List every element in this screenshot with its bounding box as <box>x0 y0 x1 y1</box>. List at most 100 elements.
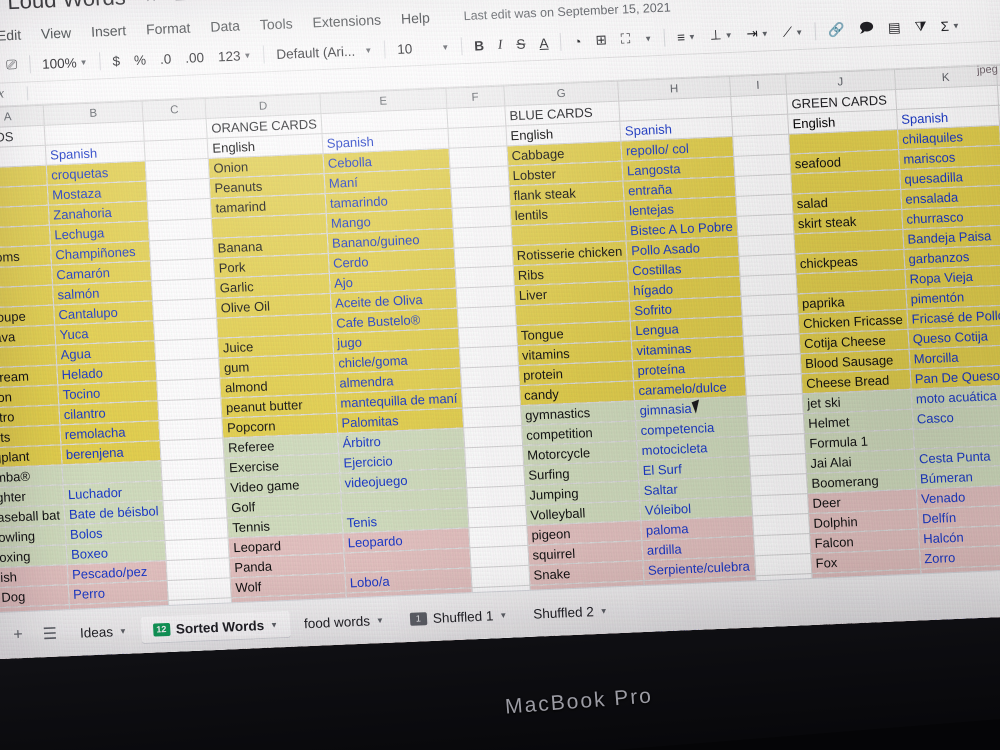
vertical-align-icon[interactable]: ⊥ ▼ <box>702 22 740 50</box>
cell[interactable] <box>745 373 803 397</box>
column-header-c[interactable]: C <box>142 98 207 122</box>
increase-decimal-button[interactable]: .00 <box>178 44 212 71</box>
more-formats-button[interactable]: 123 ▼ <box>210 42 259 70</box>
cell[interactable] <box>147 198 212 221</box>
text-rotation-icon[interactable]: ⟋ ▼ <box>775 19 811 46</box>
link-icon[interactable]: 🔗 <box>820 17 852 44</box>
cell[interactable] <box>750 473 808 496</box>
insert-chart-icon[interactable]: ▤ <box>880 15 908 42</box>
cell[interactable] <box>740 293 799 317</box>
italic-button[interactable]: I <box>490 31 510 58</box>
functions-icon[interactable]: Σ ▼ <box>933 12 968 39</box>
column-header-i[interactable]: I <box>729 74 787 97</box>
cell[interactable] <box>151 278 216 301</box>
cell[interactable] <box>161 457 226 481</box>
sheet-tab-food-words[interactable]: food words ▼ <box>291 606 396 637</box>
cell[interactable] <box>150 258 215 281</box>
cell[interactable] <box>462 405 522 428</box>
cell[interactable] <box>145 158 210 182</box>
document-title[interactable]: : Loud Words <box>0 0 126 16</box>
all-sheets-button[interactable]: ☰ <box>33 623 66 644</box>
cell[interactable] <box>148 218 213 241</box>
cell[interactable] <box>149 238 214 261</box>
cell[interactable] <box>146 178 211 201</box>
cell[interactable] <box>464 445 524 468</box>
cloud-saved-icon[interactable]: ◠ <box>203 0 218 4</box>
cell[interactable] <box>461 385 521 408</box>
cell[interactable] <box>448 145 508 169</box>
move-to-folder-icon[interactable]: ⊡ <box>173 0 187 5</box>
cell[interactable] <box>468 525 528 548</box>
cell[interactable] <box>143 118 208 142</box>
cell[interactable] <box>164 517 229 541</box>
cell[interactable] <box>457 305 516 329</box>
cell[interactable] <box>144 138 209 162</box>
cell[interactable] <box>450 185 510 209</box>
chevron-down-icon[interactable]: ▼ <box>376 615 384 624</box>
cell[interactable] <box>152 298 217 321</box>
bold-button[interactable]: B <box>467 32 492 59</box>
cell[interactable] <box>748 433 806 457</box>
cell[interactable] <box>747 413 805 437</box>
strikethrough-button[interactable]: S <box>509 30 533 57</box>
merge-options-chevron-icon[interactable]: ▼ <box>637 25 660 52</box>
merge-cells-icon[interactable]: ⛶ <box>613 26 638 53</box>
cell[interactable] <box>451 205 511 229</box>
cell[interactable] <box>456 285 515 309</box>
cell[interactable] <box>732 134 790 157</box>
cell[interactable] <box>446 105 506 129</box>
cell[interactable] <box>744 353 802 377</box>
chevron-down-icon[interactable]: ▼ <box>270 620 278 629</box>
fill-color-icon[interactable]: ◔ <box>566 28 589 55</box>
cell[interactable] <box>754 553 812 576</box>
font-family-select[interactable]: Default (Ari... ▼ <box>269 37 380 68</box>
ideas-button[interactable]: Ideas ▼ <box>67 617 139 647</box>
cell[interactable] <box>165 537 230 561</box>
menu-help[interactable]: Help <box>401 10 431 27</box>
cell[interactable] <box>157 378 222 401</box>
cell[interactable] <box>449 165 509 189</box>
cell[interactable] <box>453 225 512 249</box>
cell[interactable] <box>749 453 807 476</box>
zoom-control[interactable]: 100% ▼ <box>34 49 95 77</box>
menu-extensions[interactable]: Extensions <box>312 12 381 31</box>
add-sheet-button[interactable]: + <box>4 626 32 645</box>
cell[interactable] <box>167 577 232 601</box>
cell[interactable] <box>742 333 801 357</box>
cell[interactable] <box>466 485 526 508</box>
cell[interactable] <box>753 533 811 556</box>
sheet-tab-shuffled-2[interactable]: Shuffled 2 ▼ <box>521 597 621 628</box>
cell[interactable] <box>455 265 514 289</box>
cell[interactable] <box>735 194 793 217</box>
cell[interactable] <box>160 438 225 461</box>
cell[interactable] <box>746 393 804 417</box>
sheet-tab-shuffled-1[interactable]: 1 Shuffled 1 ▼ <box>397 601 520 633</box>
text-wrap-icon[interactable]: ⇥ ▼ <box>739 20 777 47</box>
cell[interactable] <box>739 273 798 297</box>
decrease-decimal-button[interactable]: .0 <box>152 45 179 72</box>
menu-data[interactable]: Data <box>210 17 240 34</box>
chevron-down-icon[interactable]: ▼ <box>499 610 507 619</box>
cell[interactable] <box>159 418 224 441</box>
cell[interactable] <box>463 425 523 448</box>
text-color-button[interactable]: A <box>532 29 556 56</box>
cell[interactable] <box>153 318 218 341</box>
cell[interactable] <box>458 325 518 349</box>
cell[interactable] <box>156 358 220 381</box>
star-icon[interactable]: ☆ <box>143 0 158 6</box>
horizontal-align-icon[interactable]: ≡ ▼ <box>669 23 703 50</box>
cell[interactable] <box>447 125 507 149</box>
filter-icon[interactable]: ⧩ <box>907 13 934 40</box>
menu-insert[interactable]: Insert <box>91 22 127 39</box>
cell[interactable] <box>731 114 789 137</box>
spreadsheet-grid[interactable]: ABCDEFGHIJKLARDSORANGE CARDSBLUE CARDSGR… <box>0 62 1000 660</box>
currency-format-button[interactable]: $ <box>105 47 128 74</box>
borders-icon[interactable]: ⊞ <box>588 27 615 54</box>
menu-format[interactable]: Format <box>146 20 191 38</box>
menu-view[interactable]: View <box>41 25 72 42</box>
cell[interactable] <box>158 398 223 421</box>
cell[interactable] <box>460 365 520 389</box>
cell[interactable] <box>730 94 788 117</box>
sheet-tab-sorted-words[interactable]: 12 Sorted Words ▼ <box>140 610 291 644</box>
menu-edit[interactable]: Edit <box>0 27 21 44</box>
